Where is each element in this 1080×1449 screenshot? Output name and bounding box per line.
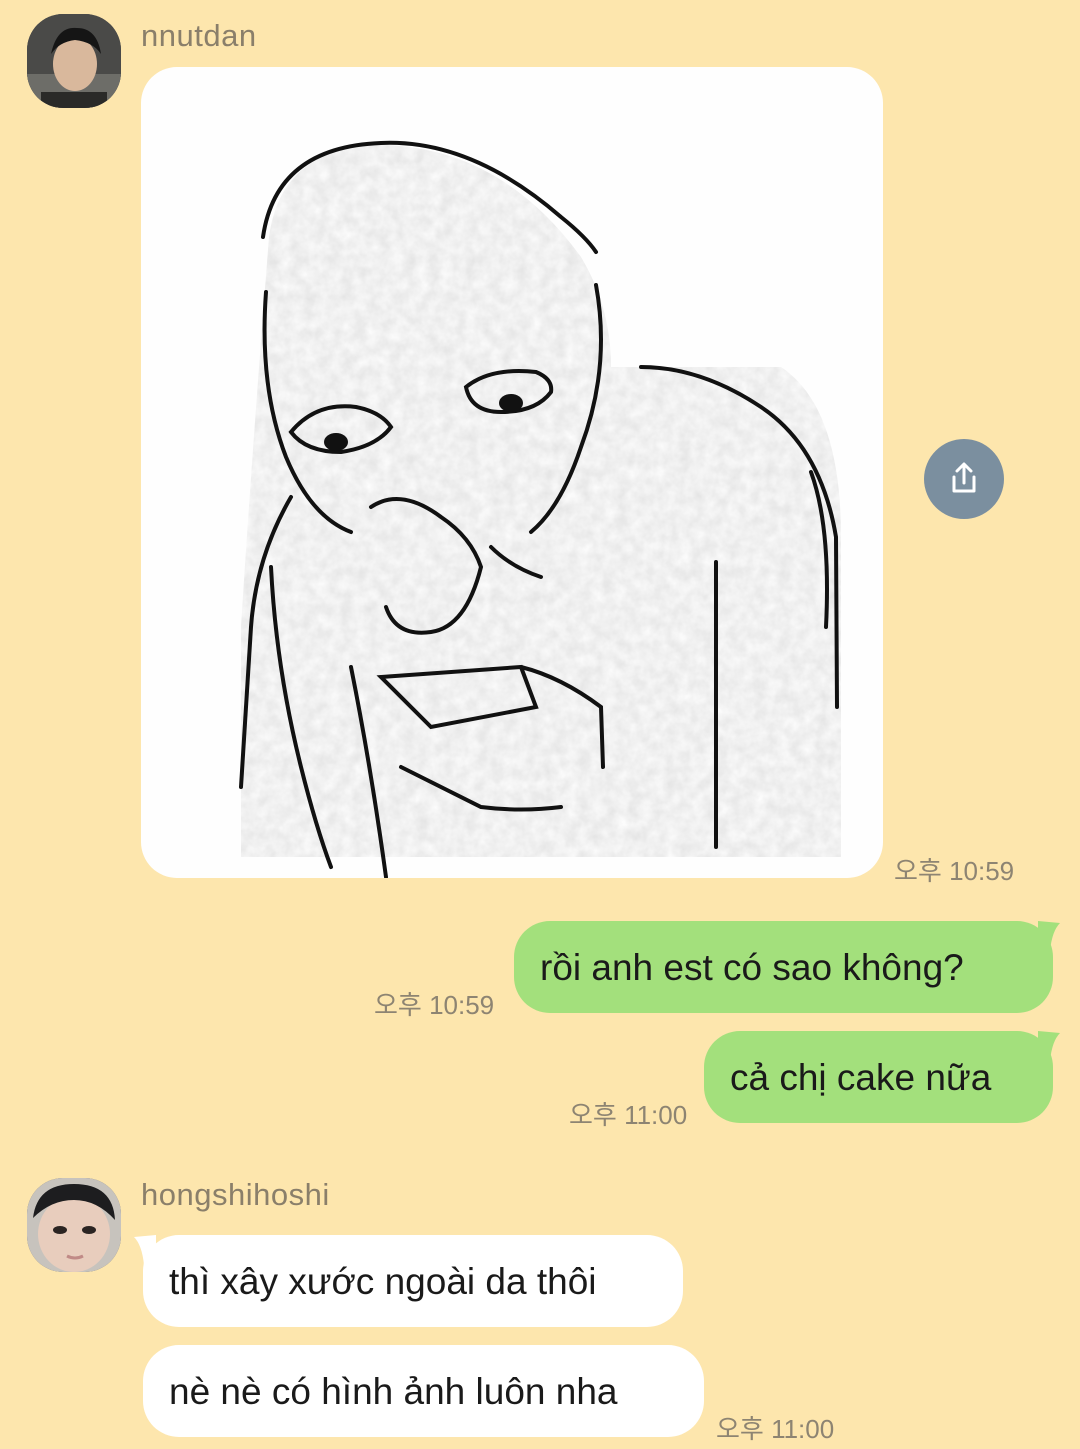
sender-name: nnutdan: [141, 18, 257, 53]
incoming-message[interactable]: nè nè có hình ảnh luôn nha: [143, 1345, 704, 1437]
share-icon: [952, 462, 976, 493]
incoming-message[interactable]: thì xây xước ngoài da thôi: [143, 1235, 683, 1327]
bubble-tail: [1038, 1031, 1060, 1061]
timestamp: 오후 11:00: [569, 1100, 688, 1130]
message-text: nè nè có hình ảnh luôn nha: [169, 1370, 618, 1412]
image-message[interactable]: [141, 67, 883, 878]
avatar-nnutdan[interactable]: [27, 14, 121, 108]
bubble-tail: [1038, 921, 1060, 951]
timestamp: 오후 11:00: [716, 1414, 835, 1444]
timestamp: 오후 10:59: [374, 990, 495, 1020]
outgoing-message[interactable]: rồi anh est có sao không?: [514, 921, 1053, 1013]
timestamp: 오후 10:59: [894, 856, 1015, 886]
sender-name: hongshihoshi: [141, 1177, 330, 1212]
avatar-hongshihoshi[interactable]: [27, 1178, 121, 1272]
message-text: rồi anh est có sao không?: [540, 946, 964, 988]
share-button[interactable]: [924, 439, 1004, 519]
outgoing-message[interactable]: cả chị cake nữa: [704, 1031, 1053, 1123]
message-text: cả chị cake nữa: [730, 1056, 992, 1098]
message-text: thì xây xước ngoài da thôi: [169, 1260, 597, 1302]
